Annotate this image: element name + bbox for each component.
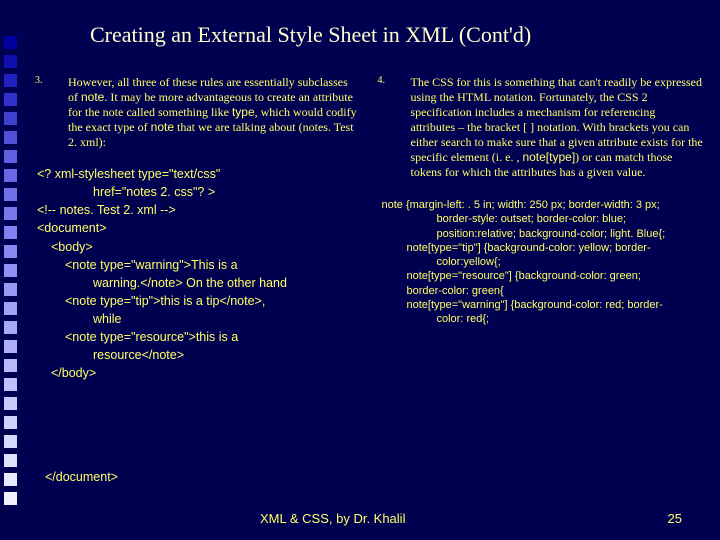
sidebar-square: [4, 378, 17, 391]
left-column: 3. However, all three of these rules are…: [35, 75, 363, 383]
sidebar-square: [4, 150, 17, 163]
sidebar-square: [4, 93, 17, 106]
sidebar-square: [4, 131, 17, 144]
decorative-sidebar: [0, 0, 22, 540]
sidebar-square: [4, 321, 17, 334]
sidebar-square: [4, 36, 17, 49]
sidebar-square: [4, 302, 17, 315]
slide-title: Creating an External Style Sheet in XML …: [90, 22, 531, 48]
sidebar-square: [4, 112, 17, 125]
paragraph-3: However, all three of these rules are es…: [68, 75, 361, 150]
sidebar-square: [4, 416, 17, 429]
sidebar-square: [4, 492, 17, 505]
sidebar-square: [4, 340, 17, 353]
list-number-4: 4.: [378, 75, 408, 88]
sidebar-square: [4, 283, 17, 296]
xml-code-block: <? xml-stylesheet type="text/css" href="…: [35, 165, 363, 383]
sidebar-square: [4, 264, 17, 277]
term-note2: note: [151, 120, 174, 134]
list-number-3: 3.: [35, 75, 65, 88]
sidebar-square: [4, 169, 17, 182]
content-area: 3. However, all three of these rules are…: [35, 75, 705, 383]
sidebar-square: [4, 397, 17, 410]
css-code-block: note {margin-left: . 5 in; width: 250 px…: [378, 198, 706, 327]
xml-close-tag: </document>: [45, 470, 118, 484]
paragraph-4: The CSS for this is something that can't…: [411, 75, 704, 180]
sidebar-square: [4, 74, 17, 87]
sidebar-square: [4, 207, 17, 220]
sidebar-square: [4, 55, 17, 68]
term-notetype: note[type]: [522, 150, 575, 164]
term-type: type: [232, 105, 255, 119]
sidebar-square: [4, 435, 17, 448]
sidebar-square: [4, 245, 17, 258]
sidebar-square: [4, 454, 17, 467]
footer-text: XML & CSS, by Dr. Khalil: [260, 511, 405, 526]
page-number: 25: [668, 511, 682, 526]
term-note: note: [81, 90, 104, 104]
sidebar-square: [4, 359, 17, 372]
sidebar-square: [4, 473, 17, 486]
right-column: 4. The CSS for this is something that ca…: [378, 75, 706, 383]
sidebar-square: [4, 226, 17, 239]
sidebar-square: [4, 188, 17, 201]
